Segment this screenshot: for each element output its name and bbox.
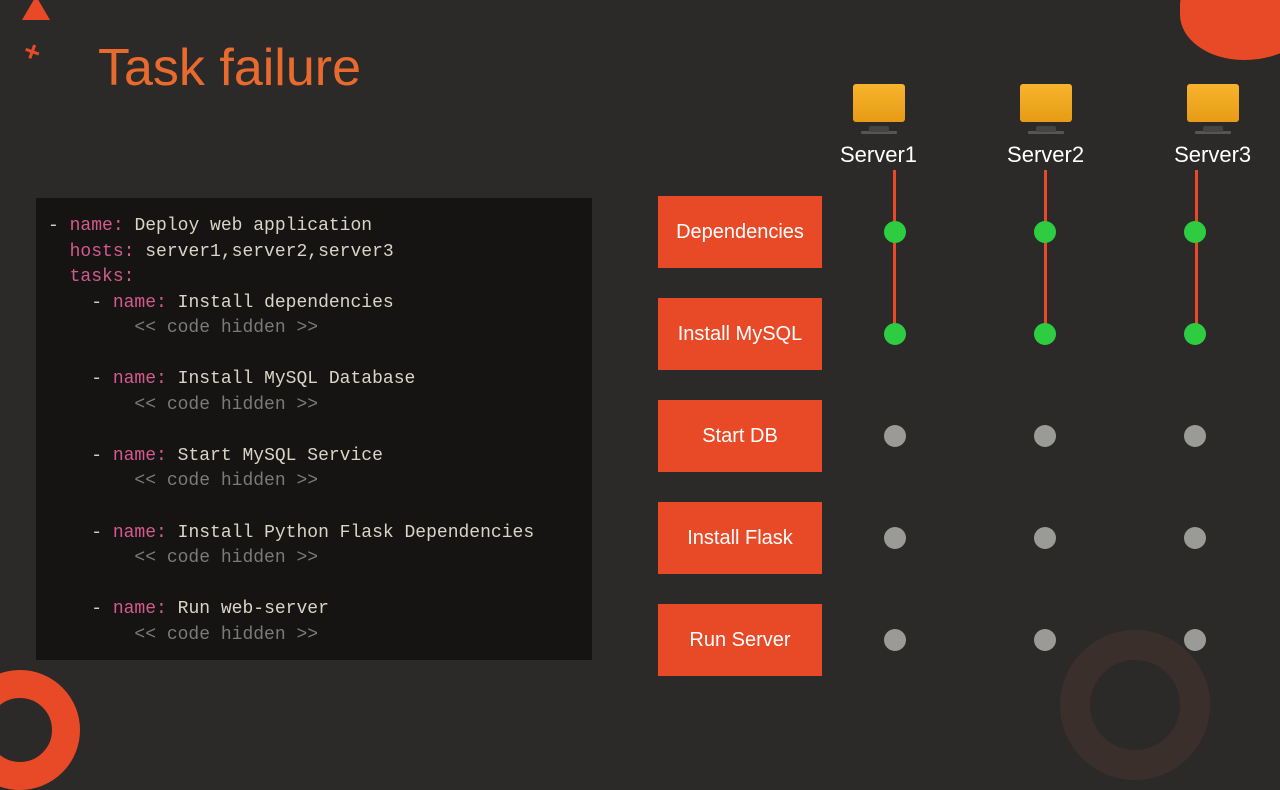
server-3: Server3	[1174, 84, 1251, 168]
status-dot	[1184, 527, 1206, 549]
deco-ring-orange-icon	[0, 670, 80, 790]
status-dot	[1034, 221, 1056, 243]
server-1: Server1	[840, 84, 917, 168]
server-header-row: Server1 Server2 Server3	[840, 84, 1251, 168]
status-dot	[1184, 323, 1206, 345]
playbook-code: - name: Deploy web application hosts: se…	[36, 198, 592, 660]
status-dot	[884, 221, 906, 243]
server-2: Server2	[1007, 84, 1084, 168]
status-dot	[884, 425, 906, 447]
server-icon	[1187, 84, 1239, 122]
status-dot	[1034, 323, 1056, 345]
status-dot	[1034, 527, 1056, 549]
task-label: Install MySQL	[658, 298, 822, 370]
task-row-install-flask: Install Flask	[658, 502, 1206, 574]
status-dot	[1034, 425, 1056, 447]
server-label: Server2	[1007, 142, 1084, 168]
status-dot	[1184, 425, 1206, 447]
task-row-start-db: Start DB	[658, 400, 1206, 472]
server-icon	[1020, 84, 1072, 122]
task-row-run-server: Run Server	[658, 604, 1206, 676]
task-label: Dependencies	[658, 196, 822, 268]
task-status-grid: Dependencies Install MySQL Start DB Inst…	[658, 196, 1206, 706]
task-row-dependencies: Dependencies	[658, 196, 1206, 268]
task-label: Install Flask	[658, 502, 822, 574]
server-icon	[853, 84, 905, 122]
deco-triangle-icon	[22, 0, 50, 20]
deco-plus-icon: +	[19, 34, 45, 70]
task-row-install-mysql: Install MySQL	[658, 298, 1206, 370]
status-dot	[884, 323, 906, 345]
slide-title: Task failure	[98, 38, 361, 98]
status-dot	[1184, 629, 1206, 651]
status-dot	[884, 629, 906, 651]
status-dot	[1184, 221, 1206, 243]
status-dot	[1034, 629, 1056, 651]
server-label: Server1	[840, 142, 917, 168]
status-dot	[884, 527, 906, 549]
task-label: Start DB	[658, 400, 822, 472]
server-label: Server3	[1174, 142, 1251, 168]
deco-blob-icon	[1180, 0, 1280, 60]
task-label: Run Server	[658, 604, 822, 676]
